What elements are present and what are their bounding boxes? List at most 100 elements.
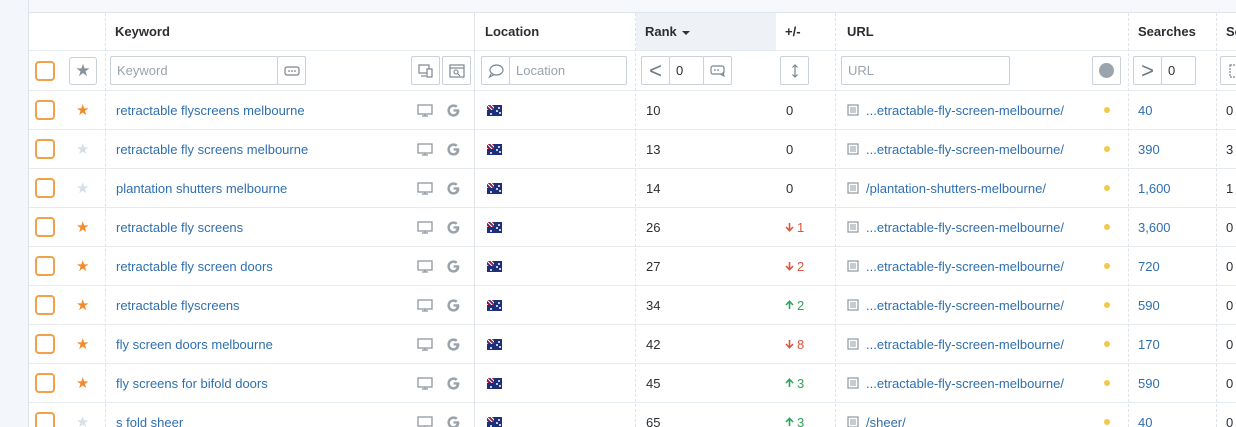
row-checkbox[interactable]	[35, 139, 55, 159]
favorite-star-icon[interactable]: ★	[76, 374, 89, 392]
device-filter-button[interactable]	[411, 56, 440, 85]
google-icon	[446, 103, 461, 118]
url-link[interactable]: ...etractable-fly-screen-melbourne/	[866, 103, 1064, 118]
desktop-icon	[417, 298, 433, 312]
favorite-star-icon[interactable]: ★	[76, 140, 89, 158]
searches-value[interactable]: 170	[1138, 337, 1160, 352]
location-filter-input[interactable]: Location	[509, 56, 627, 85]
table-row[interactable]: ★ retractable fly screens 26 1 ...etractable…	[29, 208, 1236, 247]
url-link[interactable]: ...etractable-fly-screen-melbourne/	[866, 337, 1064, 352]
rank-header[interactable]: Rank	[636, 13, 776, 50]
url-link[interactable]: ...etractable-fly-screen-melbourne/	[866, 376, 1064, 391]
url-link[interactable]: ...etractable-fly-screen-melbourne/	[866, 142, 1064, 157]
searches-value[interactable]: 3,600	[1138, 220, 1171, 235]
rank-options-button[interactable]	[703, 56, 732, 85]
favorite-star-icon[interactable]: ★	[76, 335, 89, 353]
extra-value: 0	[1226, 336, 1234, 352]
favorite-star-icon[interactable]: ★	[76, 296, 89, 314]
favorite-star-icon[interactable]: ★	[76, 179, 89, 197]
url-link[interactable]: ...etractable-fly-screen-melbourne/	[866, 298, 1064, 313]
row-checkbox[interactable]	[35, 178, 55, 198]
table-row[interactable]: ★ fly screens for bifold doors 45 3 ...etrac…	[29, 364, 1236, 403]
extra-header[interactable]: Sc	[1226, 13, 1236, 50]
change-sort-button[interactable]	[780, 56, 809, 85]
star-icon: ★	[75, 60, 91, 80]
searches-filter-input[interactable]: 0	[1161, 56, 1196, 85]
keyword-header[interactable]: Keyword	[115, 13, 170, 50]
keyword-link[interactable]: s fold sheer	[116, 415, 183, 427]
rank-value: 42	[646, 336, 661, 352]
searches-value[interactable]: 1,600	[1138, 181, 1171, 196]
keyword-link[interactable]: plantation shutters melbourne	[116, 181, 287, 196]
select-all-checkbox[interactable]	[35, 60, 55, 81]
table-row[interactable]: ★ retractable fly screen doors 27 2 ...etrac…	[29, 247, 1236, 286]
table-row[interactable]: ★ retractable fly screens melbourne 13 0...…	[29, 130, 1236, 169]
devices-icon	[417, 63, 433, 78]
url-link[interactable]: /sheer/	[866, 415, 906, 427]
favorite-star-icon[interactable]: ★	[76, 218, 89, 236]
device-cell	[417, 130, 433, 168]
keyword-link[interactable]: fly screens for bifold doors	[116, 376, 268, 391]
keyword-link[interactable]: retractable flyscreens	[116, 298, 240, 313]
extra-value: 0	[1226, 375, 1234, 391]
change-header[interactable]: +/-	[785, 13, 801, 50]
keyword-link[interactable]: fly screen doors melbourne	[116, 337, 273, 352]
searches-value[interactable]: 40	[1138, 415, 1152, 427]
searches-value[interactable]: 590	[1138, 298, 1160, 313]
location-header[interactable]: Location	[485, 13, 539, 50]
arrow-up-icon	[785, 417, 794, 427]
favorite-star-icon[interactable]: ★	[76, 413, 89, 427]
favorite-star-icon[interactable]: ★	[76, 257, 89, 275]
row-checkbox[interactable]	[35, 412, 55, 427]
row-checkbox[interactable]	[35, 334, 55, 354]
favorite-star-icon[interactable]: ★	[76, 101, 89, 119]
keyword-link[interactable]: retractable fly screen doors	[116, 259, 273, 274]
keyword-options-button[interactable]	[277, 56, 306, 85]
searches-value[interactable]: 390	[1138, 142, 1160, 157]
extra-filter-button[interactable]	[1220, 56, 1236, 85]
up-down-arrows-icon	[791, 63, 798, 78]
row-checkbox[interactable]	[35, 217, 55, 237]
keyword-link[interactable]: retractable flyscreens melbourne	[116, 103, 305, 118]
table-row[interactable]: ★ fly screen doors melbourne 42 8 ...etracta…	[29, 325, 1236, 364]
rank-cell: 13	[646, 130, 660, 168]
row-checkbox[interactable]	[35, 100, 55, 120]
keyword-link[interactable]: retractable fly screens	[116, 220, 243, 235]
location-filter-cell: Location	[481, 51, 627, 90]
status-filter-button[interactable]	[1092, 56, 1121, 85]
row-checkbox[interactable]	[35, 373, 55, 393]
searches-value[interactable]: 590	[1138, 376, 1160, 391]
location-options-button[interactable]	[481, 56, 510, 85]
location-cell	[487, 247, 502, 285]
url-link[interactable]: /plantation-shutters-melbourne/	[866, 181, 1046, 196]
table-row[interactable]: ★ plantation shutters melbourne 14 0/planta…	[29, 169, 1236, 208]
keyword-link[interactable]: retractable fly screens melbourne	[116, 142, 308, 157]
rank-operator-button[interactable]: <	[641, 56, 670, 85]
row-checkbox[interactable]	[35, 295, 55, 315]
url-filter-input[interactable]: URL	[841, 56, 1010, 85]
searches-value[interactable]: 40	[1138, 103, 1152, 118]
row-checkbox[interactable]	[35, 256, 55, 276]
keyword-cell: fly screens for bifold doors	[116, 364, 268, 402]
change-value: 0	[786, 141, 794, 157]
searches-value[interactable]: 720	[1138, 259, 1160, 274]
engine-filter-button[interactable]	[442, 56, 471, 85]
searches-operator-button[interactable]: >	[1133, 56, 1162, 85]
url-link[interactable]: ...etractable-fly-screen-melbourne/	[866, 220, 1064, 235]
device-cell	[417, 286, 433, 324]
table-row[interactable]: ★ s fold sheer 65 3/sheer/40 0	[29, 403, 1236, 427]
url-link[interactable]: ...etractable-fly-screen-melbourne/	[866, 259, 1064, 274]
table-row[interactable]: ★ retractable flyscreens 34 2 ...etractable-…	[29, 286, 1236, 325]
searches-header[interactable]: Searches	[1138, 13, 1196, 50]
rank-filter-input[interactable]: 0	[669, 56, 704, 85]
url-header[interactable]: URL	[847, 13, 874, 50]
arrow-up-icon	[785, 378, 794, 388]
searches-cell: 1,600	[1138, 169, 1171, 207]
row-checkbox-cell	[35, 91, 55, 129]
status-dot	[1104, 419, 1110, 425]
star-filter-button[interactable]: ★	[69, 56, 97, 85]
searches-cell: 720	[1138, 247, 1160, 285]
extra-value: 3	[1226, 141, 1234, 157]
table-row[interactable]: ★ retractable flyscreens melbourne 10 0 ...e…	[29, 91, 1236, 130]
keyword-filter-input[interactable]: Keyword	[110, 56, 278, 85]
